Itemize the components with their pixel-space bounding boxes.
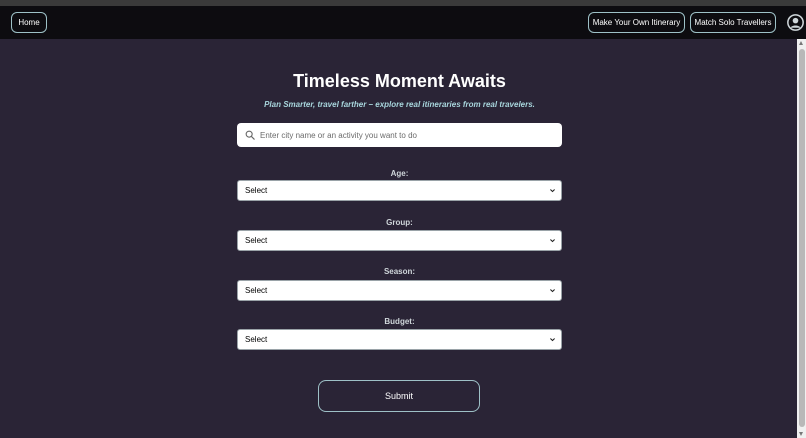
season-label: Season: [383, 267, 416, 276]
budget-select[interactable]: Select [237, 329, 562, 350]
scrollbar-thumb[interactable] [798, 49, 805, 427]
group-select-value: Select [245, 236, 268, 245]
age-label: Age: [390, 169, 409, 178]
chevron-down-icon [550, 338, 555, 342]
match-solo-travellers-button[interactable]: Match Solo Travellers [690, 12, 776, 33]
scroll-down-arrow-icon[interactable] [799, 432, 803, 436]
page-title: Timeless Moment Awaits [293, 71, 506, 91]
search-input[interactable] [260, 130, 550, 140]
chevron-down-icon [550, 189, 555, 193]
user-avatar-icon[interactable] [787, 14, 804, 31]
make-own-itinerary-button[interactable]: Make Your Own Itinerary [588, 12, 685, 33]
budget-select-value: Select [245, 335, 268, 344]
season-select[interactable]: Select [237, 280, 562, 301]
home-button[interactable]: Home [11, 12, 47, 33]
age-select[interactable]: Select [237, 180, 562, 201]
search-icon [245, 130, 255, 140]
season-select-value: Select [245, 286, 268, 295]
page-subtitle: Plan Smarter, travel farther – explore r… [264, 100, 535, 109]
submit-button[interactable]: Submit [318, 380, 480, 412]
group-label: Group: [386, 218, 413, 227]
group-select[interactable]: Select [237, 230, 562, 251]
chevron-down-icon [550, 289, 555, 293]
scroll-up-arrow-icon[interactable] [799, 41, 803, 45]
page-scrollbar[interactable] [797, 39, 806, 438]
budget-label: Budget: [384, 317, 415, 326]
search-box[interactable] [237, 123, 562, 147]
navbar: Home Make Your Own Itinerary Match Solo … [0, 6, 806, 39]
age-select-value: Select [245, 186, 268, 195]
chevron-down-icon [550, 239, 555, 243]
